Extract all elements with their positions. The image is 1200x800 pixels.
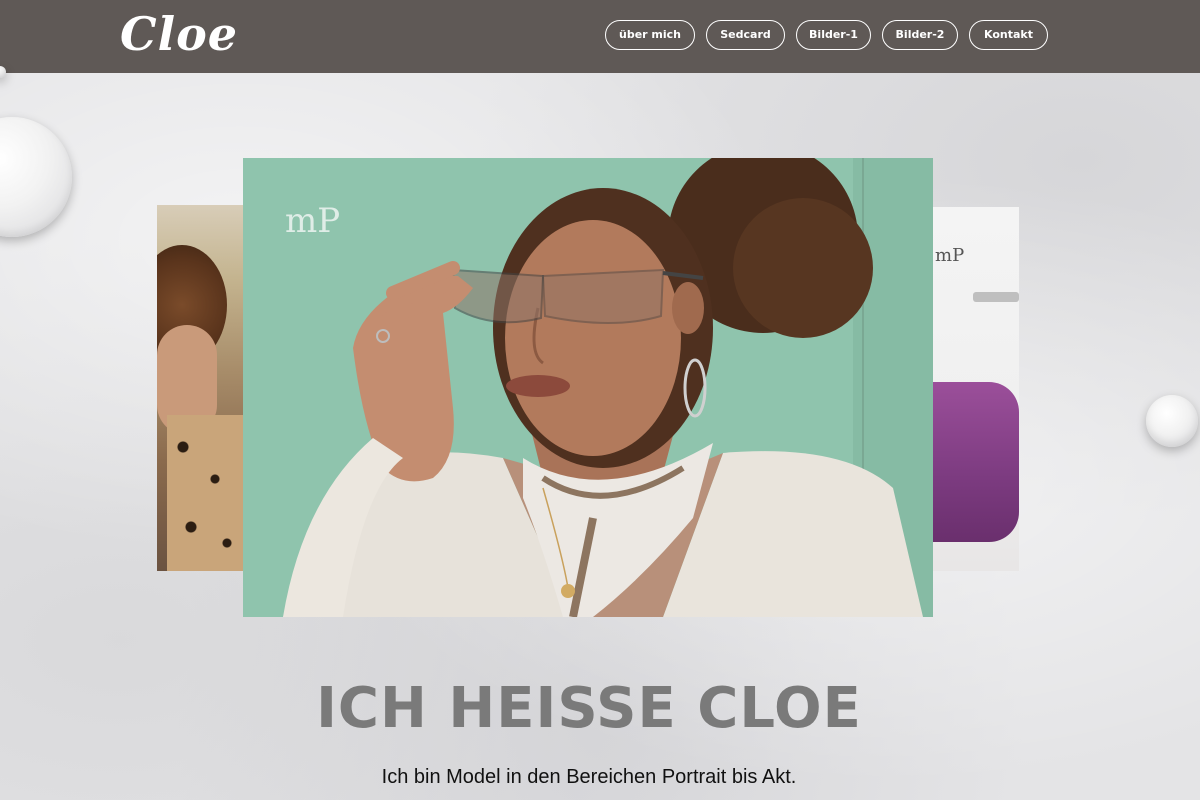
carousel-slide-previous[interactable] <box>157 205 243 571</box>
nav-item-ueber-mich[interactable]: über mich <box>605 20 695 50</box>
carousel-slide-active[interactable]: mP <box>243 158 933 617</box>
slide-photo-fur-coat <box>167 415 243 571</box>
model-portrait-photo: mP <box>243 158 933 617</box>
photographer-watermark: mP <box>285 201 340 241</box>
site-header: Cloe über mich Sedcard Bilder-1 Bilder-2… <box>0 0 1200 73</box>
slide-photo-purple-sleeve <box>933 382 1019 542</box>
carousel-slide-next[interactable]: mP <box>933 207 1019 571</box>
page-subtitle: Ich bin Model in den Bereichen Portrait … <box>381 766 797 788</box>
nav-item-bilder-2[interactable]: Bilder-2 <box>882 20 958 50</box>
nav-item-kontakt[interactable]: Kontakt <box>969 20 1048 50</box>
nav-item-sedcard[interactable]: Sedcard <box>706 20 785 50</box>
decorative-bubble <box>0 117 72 237</box>
slide-photo-door-handle <box>973 292 1019 302</box>
page-title: ICH HEISSE CLOE <box>316 676 862 741</box>
nav-item-bilder-1[interactable]: Bilder-1 <box>796 20 871 50</box>
site-logo[interactable]: Cloe <box>120 6 238 62</box>
decorative-bubble <box>1146 395 1198 447</box>
photographer-watermark: mP <box>935 245 965 266</box>
main-nav: über mich Sedcard Bilder-1 Bilder-2 Kont… <box>605 20 1048 50</box>
